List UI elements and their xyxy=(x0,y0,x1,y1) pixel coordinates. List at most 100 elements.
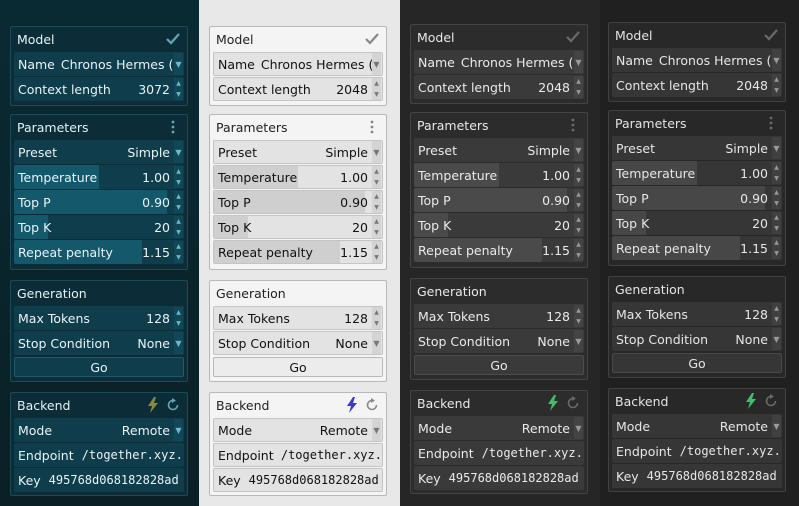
refresh-icon[interactable] xyxy=(565,395,581,411)
top-k-slider[interactable]: Top K 20 ▲ ▼ xyxy=(612,211,782,235)
stepper-arrows-icon[interactable]: ▲ ▼ xyxy=(372,307,381,329)
refresh-icon[interactable] xyxy=(763,393,779,409)
model-name-dropdown[interactable]: Name Chronos Hermes (... ▼ xyxy=(14,52,184,76)
stop-condition-dropdown[interactable]: Stop Condition None ▼ xyxy=(14,331,184,355)
temperature-value[interactable]: 1.00 xyxy=(142,170,174,185)
top-k-value[interactable]: 20 xyxy=(352,220,372,235)
stepper-arrows-icon[interactable]: ▲ ▼ xyxy=(574,76,583,98)
context-length-stepper[interactable]: Context length 3072 ▲ ▼ xyxy=(14,77,184,101)
mode-dropdown[interactable]: Mode Remote ▼ xyxy=(612,414,782,438)
temperature-value[interactable]: 1.00 xyxy=(542,168,574,183)
key-field[interactable]: Key 495768d068182828ad xyxy=(414,466,584,490)
top-p-slider[interactable]: Top P 0.90 ▲ ▼ xyxy=(414,188,584,212)
stepper-arrows-icon[interactable]: ▲ ▼ xyxy=(174,241,183,263)
max-tokens-value[interactable]: 128 xyxy=(744,307,772,322)
kebab-menu-icon[interactable] xyxy=(165,119,181,135)
kebab-menu-icon[interactable] xyxy=(565,117,581,133)
stepper-arrows-icon[interactable]: ▲ ▼ xyxy=(574,189,583,211)
go-button[interactable]: Go xyxy=(213,357,383,377)
chevron-down-icon[interactable]: ▼ xyxy=(574,330,583,352)
mode-dropdown[interactable]: Mode Remote ▼ xyxy=(414,416,584,440)
endpoint-field[interactable]: Endpoint .together.xyz/ xyxy=(612,439,782,463)
endpoint-field[interactable]: Endpoint .together.xyz/ xyxy=(14,443,184,467)
context-length-value[interactable]: 3072 xyxy=(138,82,174,97)
stepper-arrows-icon[interactable]: ▲ ▼ xyxy=(772,212,781,234)
temperature-value[interactable]: 1.00 xyxy=(340,170,372,185)
max-tokens-stepper[interactable]: Max Tokens 128 ▲ ▼ xyxy=(213,306,383,330)
chevron-down-icon[interactable]: ▼ xyxy=(574,51,583,73)
max-tokens-stepper[interactable]: Max Tokens 128 ▲ ▼ xyxy=(14,306,184,330)
stepper-arrows-icon[interactable]: ▲ ▼ xyxy=(574,239,583,261)
stepper-arrows-icon[interactable]: ▲ ▼ xyxy=(174,78,183,100)
model-name-dropdown[interactable]: Name Chronos Hermes (... ▼ xyxy=(414,50,584,74)
max-tokens-value[interactable]: 128 xyxy=(146,311,174,326)
stepper-arrows-icon[interactable]: ▲ ▼ xyxy=(174,307,183,329)
top-p-value[interactable]: 0.90 xyxy=(740,191,772,206)
max-tokens-value[interactable]: 128 xyxy=(546,309,574,324)
stepper-arrows-icon[interactable]: ▲ ▼ xyxy=(574,164,583,186)
endpoint-input[interactable]: .together.xyz/ xyxy=(78,448,184,462)
stepper-arrows-icon[interactable]: ▲ ▼ xyxy=(372,78,381,100)
temperature-slider[interactable]: Temperature 1.00 ▲ ▼ xyxy=(414,163,584,187)
endpoint-field[interactable]: Endpoint .together.xyz/ xyxy=(213,443,383,467)
top-p-value[interactable]: 0.90 xyxy=(542,193,574,208)
repeat-penalty-slider[interactable]: Repeat penalty 1.15 ▲ ▼ xyxy=(213,240,383,264)
repeat-penalty-value[interactable]: 1.15 xyxy=(142,245,174,260)
top-k-slider[interactable]: Top K 20 ▲ ▼ xyxy=(414,213,584,237)
chevron-down-icon[interactable]: ▼ xyxy=(772,49,781,71)
chevron-down-icon[interactable]: ▼ xyxy=(772,415,781,437)
stepper-arrows-icon[interactable]: ▲ ▼ xyxy=(372,216,381,238)
max-tokens-stepper[interactable]: Max Tokens 128 ▲ ▼ xyxy=(612,302,782,326)
stepper-arrows-icon[interactable]: ▲ ▼ xyxy=(772,74,781,96)
top-k-value[interactable]: 20 xyxy=(554,218,574,233)
top-k-slider[interactable]: Top K 20 ▲ ▼ xyxy=(213,215,383,239)
chevron-down-icon[interactable]: ▼ xyxy=(372,141,381,163)
key-input[interactable]: 495768d068182828ad xyxy=(45,473,184,487)
chevron-down-icon[interactable]: ▼ xyxy=(174,141,183,163)
stepper-arrows-icon[interactable]: ▲ ▼ xyxy=(772,237,781,259)
stepper-arrows-icon[interactable]: ▲ ▼ xyxy=(574,305,583,327)
bolt-icon[interactable] xyxy=(344,397,360,413)
stepper-arrows-icon[interactable]: ▲ ▼ xyxy=(372,241,381,263)
model-name-dropdown[interactable]: Name Chronos Hermes (... ▼ xyxy=(213,52,383,76)
stepper-arrows-icon[interactable]: ▲ ▼ xyxy=(174,166,183,188)
temperature-slider[interactable]: Temperature 1.00 ▲ ▼ xyxy=(612,161,782,185)
chevron-down-icon[interactable]: ▼ xyxy=(372,53,381,75)
refresh-icon[interactable] xyxy=(165,397,181,413)
top-p-slider[interactable]: Top P 0.90 ▲ ▼ xyxy=(213,190,383,214)
chevron-down-icon[interactable]: ▼ xyxy=(772,328,781,350)
stop-condition-dropdown[interactable]: Stop Condition None ▼ xyxy=(414,329,584,353)
kebab-menu-icon[interactable] xyxy=(763,115,779,131)
repeat-penalty-slider[interactable]: Repeat penalty 1.15 ▲ ▼ xyxy=(612,236,782,260)
endpoint-input[interactable]: .together.xyz/ xyxy=(278,448,382,462)
repeat-penalty-value[interactable]: 1.15 xyxy=(340,245,372,260)
preset-dropdown[interactable]: Preset Simple ▼ xyxy=(612,136,782,160)
context-length-stepper[interactable]: Context length 2048 ▲ ▼ xyxy=(414,75,584,99)
bolt-icon[interactable] xyxy=(545,395,561,411)
max-tokens-stepper[interactable]: Max Tokens 128 ▲ ▼ xyxy=(414,304,584,328)
repeat-penalty-value[interactable]: 1.15 xyxy=(542,243,574,258)
preset-dropdown[interactable]: Preset Simple ▼ xyxy=(414,138,584,162)
stepper-arrows-icon[interactable]: ▲ ▼ xyxy=(772,162,781,184)
chevron-down-icon[interactable]: ▼ xyxy=(372,419,381,441)
top-p-value[interactable]: 0.90 xyxy=(340,195,372,210)
stepper-arrows-icon[interactable]: ▲ ▼ xyxy=(372,191,381,213)
stepper-arrows-icon[interactable]: ▲ ▼ xyxy=(174,191,183,213)
context-length-value[interactable]: 2048 xyxy=(336,82,372,97)
bolt-icon[interactable] xyxy=(145,397,161,413)
temperature-value[interactable]: 1.00 xyxy=(740,166,772,181)
temperature-slider[interactable]: Temperature 1.00 ▲ ▼ xyxy=(213,165,383,189)
stop-condition-dropdown[interactable]: Stop Condition None ▼ xyxy=(213,331,383,355)
stop-condition-dropdown[interactable]: Stop Condition None ▼ xyxy=(612,327,782,351)
chevron-down-icon[interactable]: ▼ xyxy=(174,332,183,354)
endpoint-field[interactable]: Endpoint .together.xyz/ xyxy=(414,441,584,465)
top-p-slider[interactable]: Top P 0.90 ▲ ▼ xyxy=(14,190,184,214)
bolt-icon[interactable] xyxy=(743,393,759,409)
stepper-arrows-icon[interactable]: ▲ ▼ xyxy=(372,166,381,188)
top-k-value[interactable]: 20 xyxy=(154,220,174,235)
context-length-value[interactable]: 2048 xyxy=(538,80,574,95)
stepper-arrows-icon[interactable]: ▲ ▼ xyxy=(174,216,183,238)
refresh-icon[interactable] xyxy=(364,397,380,413)
context-length-stepper[interactable]: Context length 2048 ▲ ▼ xyxy=(612,73,782,97)
preset-dropdown[interactable]: Preset Simple ▼ xyxy=(14,140,184,164)
